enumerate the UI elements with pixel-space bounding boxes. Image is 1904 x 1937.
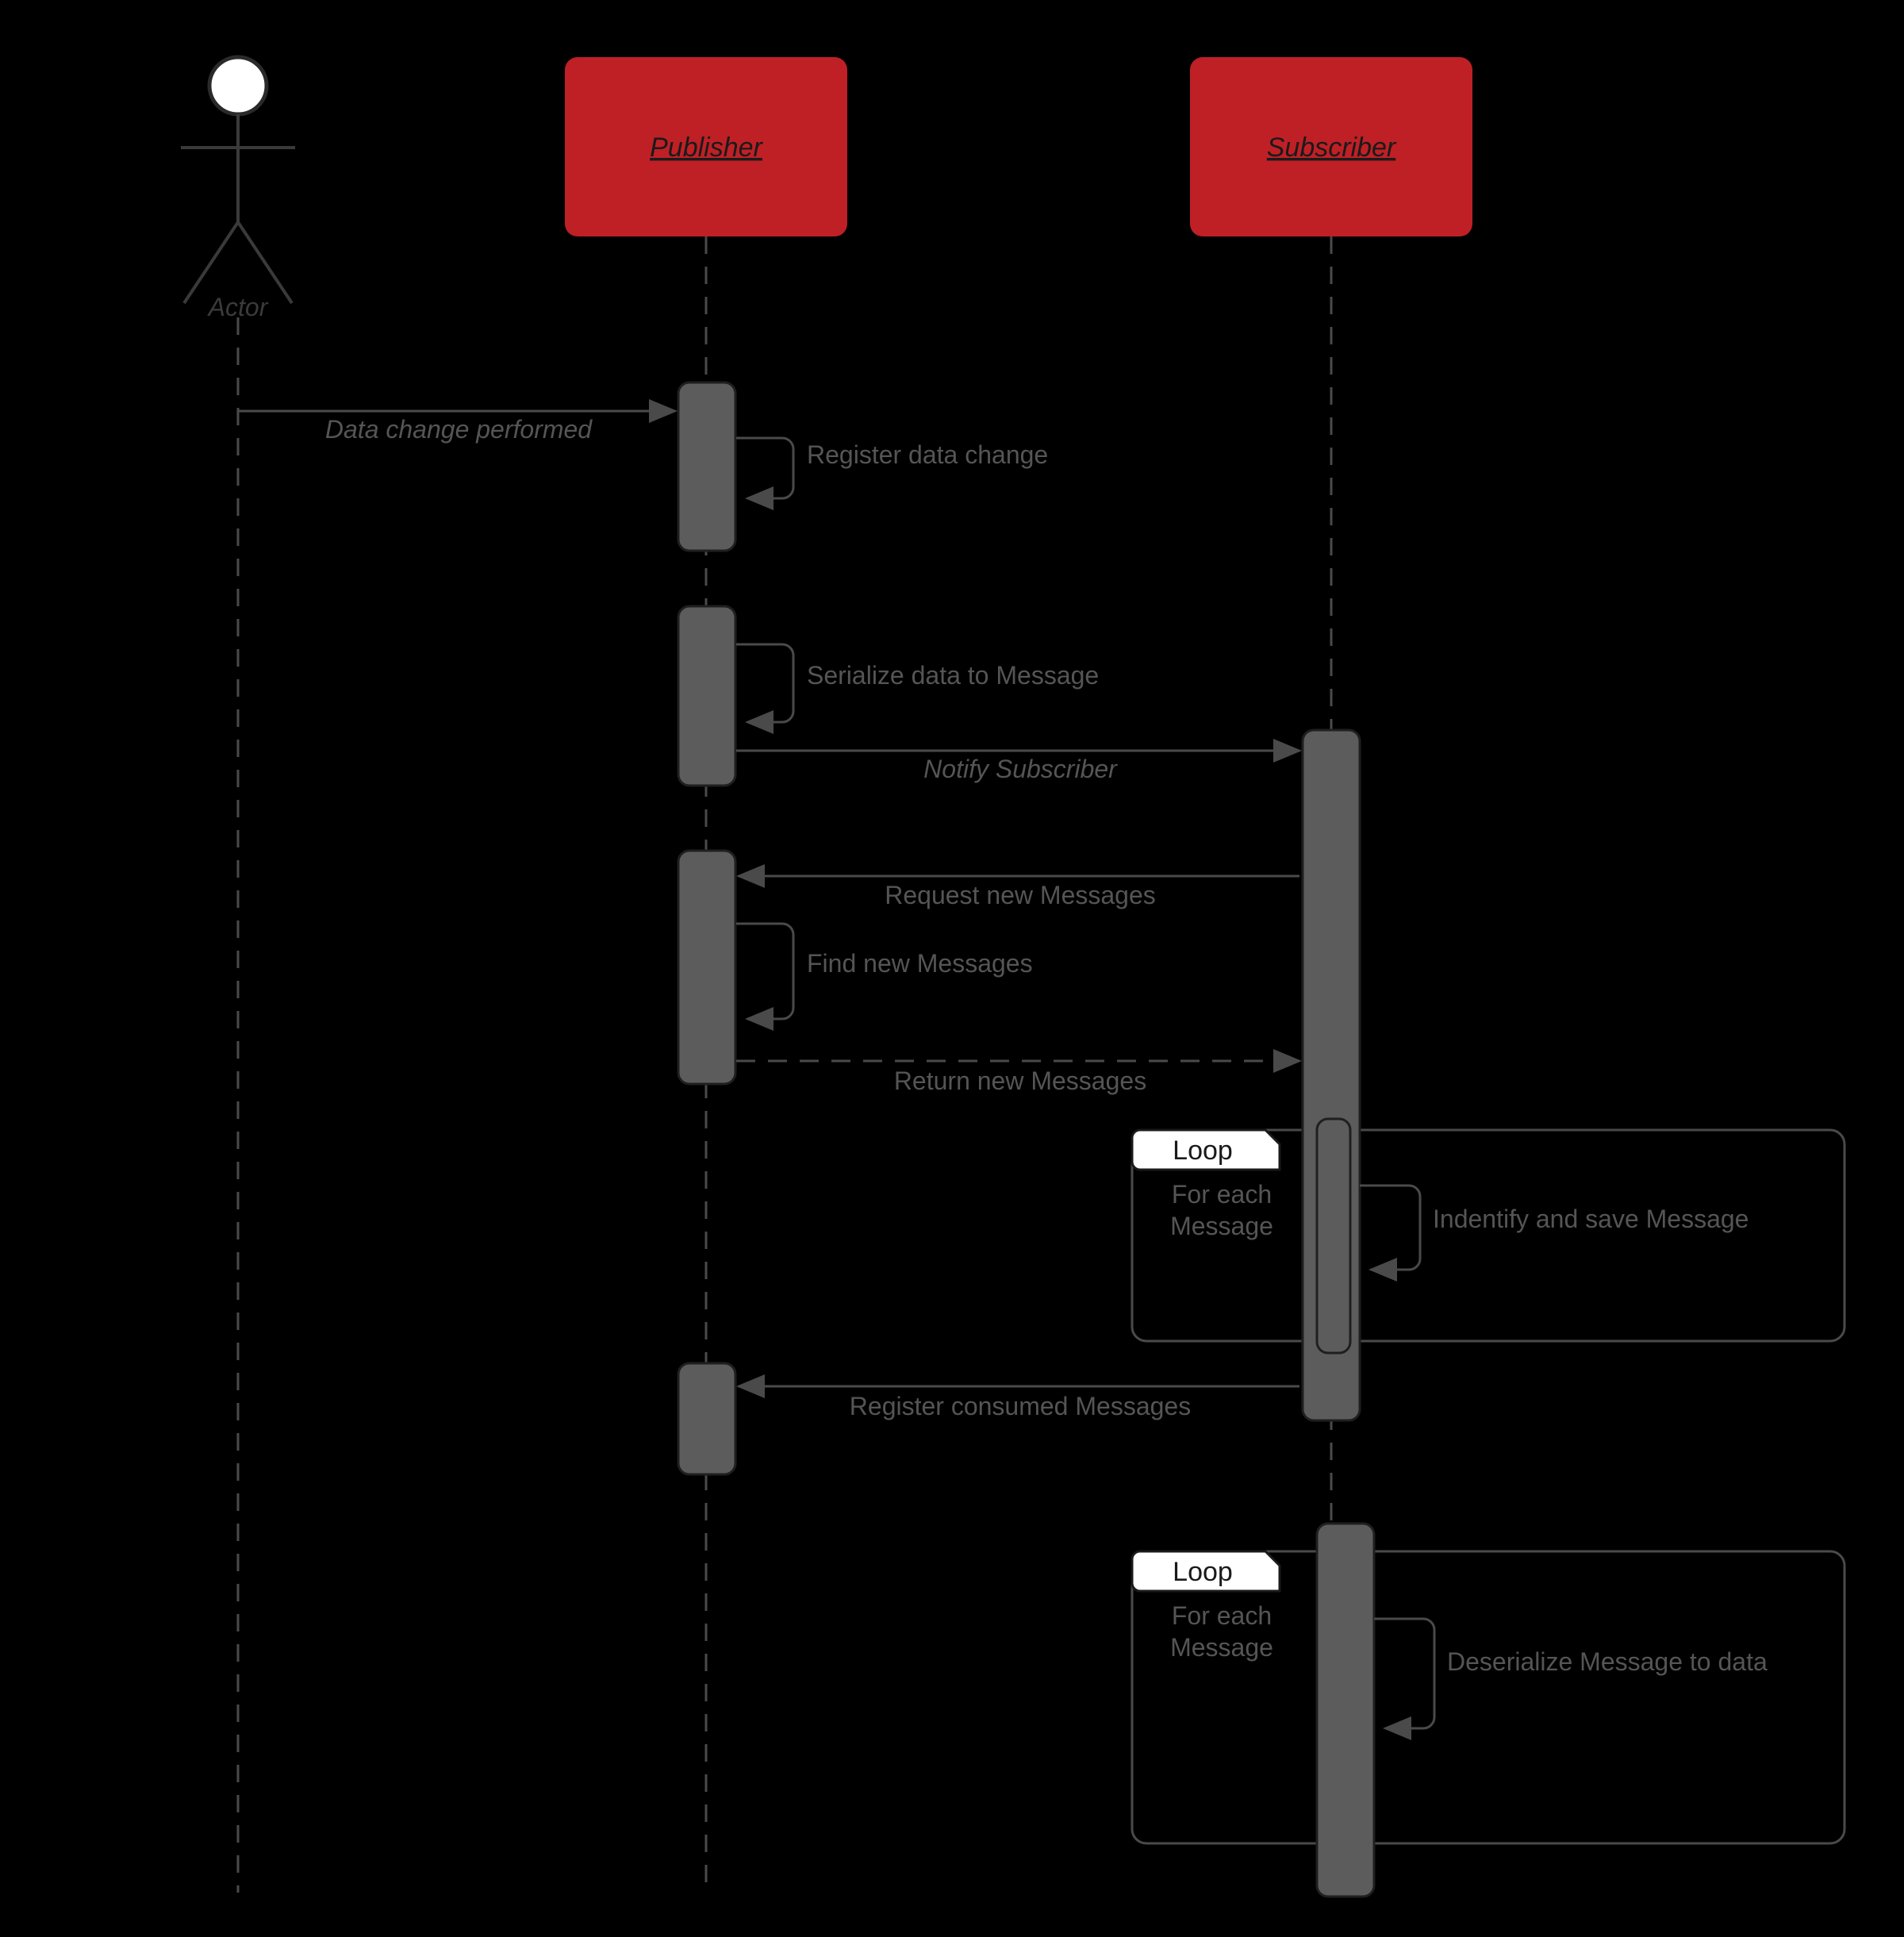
combined-fragments-layer: For each Message For each Message xyxy=(1130,1128,1846,1845)
fragment-frame xyxy=(1130,1550,1846,1845)
self-message-arrow xyxy=(1360,1184,1422,1282)
self-message-arrow xyxy=(1374,1617,1436,1740)
fragment-guard-label: Message xyxy=(1170,1212,1273,1240)
actor-figure[interactable]: Actor xyxy=(181,55,295,321)
lifelines-group xyxy=(236,236,1333,1893)
fragment-guard-label: Message xyxy=(1170,1633,1273,1662)
activation-bar xyxy=(677,605,737,787)
activation-bar xyxy=(677,849,737,1086)
message-label: Register consumed Messages xyxy=(850,1392,1191,1420)
participant-label-subscriber: Subscriber xyxy=(1267,133,1397,163)
messages-layer: Data change performed Register data chang… xyxy=(238,399,1768,1740)
message-label: Deserialize Message to data xyxy=(1447,1647,1768,1676)
activation-bar xyxy=(677,1362,737,1476)
activation-bar xyxy=(677,381,737,552)
participant-label-publisher: Publisher xyxy=(650,133,763,163)
fragment-operator-label: Loop xyxy=(1173,1557,1233,1587)
sequence-diagram-svg: Actor Publisher Subscriber For each Messa… xyxy=(181,55,1846,1898)
actor-left-leg-line xyxy=(182,221,240,305)
message-label: Register data change xyxy=(807,440,1048,469)
actor-right-leg-line xyxy=(236,221,294,305)
self-message-arrow xyxy=(736,643,795,734)
self-message-arrow xyxy=(736,922,795,1031)
message-label: Notify Subscriber xyxy=(923,755,1118,783)
activation-bar xyxy=(1315,1117,1352,1355)
message-label: Serialize data to Message xyxy=(807,661,1099,690)
participant-subscriber[interactable]: Subscriber xyxy=(1190,57,1472,236)
actor-head-icon xyxy=(207,55,269,117)
message-label: Indentify and save Message xyxy=(1433,1205,1749,1233)
fragment-guard-label: For each xyxy=(1172,1601,1272,1630)
actor-label: Actor xyxy=(207,293,269,321)
self-message-arrow xyxy=(736,436,795,510)
fragment-guard-label: For each xyxy=(1172,1180,1272,1209)
message-label: Find new Messages xyxy=(807,949,1033,978)
sequence-diagram-canvas: Actor Publisher Subscriber For each Messa… xyxy=(0,0,1904,1937)
message-label: Return new Messages xyxy=(894,1067,1146,1095)
fragment-operator-label: Loop xyxy=(1173,1136,1233,1166)
activation-bar xyxy=(1315,1522,1376,1898)
message-label: Data change performed xyxy=(325,415,593,444)
message-label: Request new Messages xyxy=(885,881,1156,909)
participant-publisher[interactable]: Publisher xyxy=(565,57,847,236)
